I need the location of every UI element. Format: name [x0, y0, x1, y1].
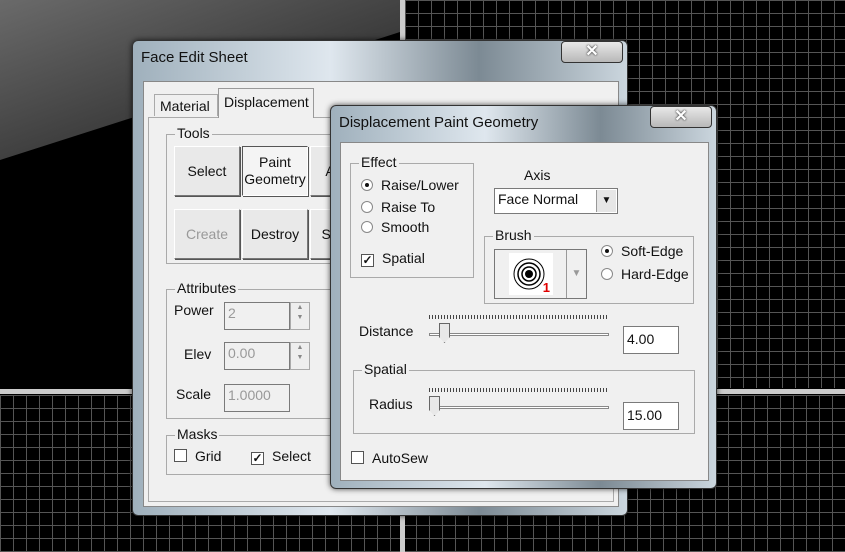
paint-geometry-button[interactable]: Paint Geometry — [242, 146, 308, 196]
radius-slider[interactable] — [429, 388, 609, 418]
select-button[interactable]: Select — [174, 146, 240, 196]
tab-label: Material — [160, 98, 210, 114]
power-spinner[interactable]: ▲ ▼ — [290, 302, 310, 330]
close-button[interactable]: ✕ — [561, 41, 623, 63]
power-field[interactable]: 2 — [224, 302, 290, 330]
group-label: Spatial — [362, 361, 409, 377]
dialog-body: Effect Raise/Lower Raise To Smooth ✓ Spat… — [340, 142, 709, 481]
spatial-checkbox[interactable]: ✓ Spatial — [361, 250, 425, 267]
radio-raise-lower[interactable]: Raise/Lower — [361, 177, 459, 193]
radio-raise-to[interactable]: Raise To — [361, 199, 435, 215]
brush-selector[interactable]: 1 ▼ — [494, 249, 587, 299]
group-label: Masks — [175, 426, 220, 442]
checkbox-label: AutoSew — [372, 450, 429, 466]
axis-value: Face Normal — [498, 191, 579, 207]
axis-label: Axis — [524, 167, 551, 183]
radius-label: Radius — [369, 396, 413, 412]
radio-label: Raise To — [381, 199, 436, 215]
radio-dot — [361, 201, 373, 213]
checkbox-box — [174, 449, 187, 462]
chevron-down-icon: ▼ — [566, 250, 586, 298]
axis-dropdown[interactable]: Face Normal ▼ — [494, 188, 618, 214]
brush-preview: 1 — [509, 253, 553, 295]
group-label: Attributes — [175, 280, 239, 296]
distance-label: Distance — [359, 323, 414, 339]
destroy-button[interactable]: Destroy — [242, 209, 308, 259]
radio-hard-edge[interactable]: Hard-Edge — [601, 266, 689, 282]
tab-label: Displacement — [224, 94, 309, 110]
checkbox-box — [351, 451, 364, 464]
elev-label: Elev — [184, 346, 212, 362]
power-label: Power — [174, 302, 214, 318]
scale-field[interactable]: 1.0000 — [224, 384, 290, 412]
distance-slider[interactable] — [429, 315, 609, 345]
radio-dot — [601, 245, 613, 257]
radio-label: Hard-Edge — [621, 266, 689, 282]
checkbox-box: ✓ — [361, 253, 374, 267]
group-label: Tools — [175, 125, 212, 141]
radio-dot — [601, 268, 613, 280]
checkbox-label: Grid — [195, 448, 222, 464]
slider-thumb[interactable] — [439, 323, 450, 343]
grid-checkbox[interactable]: Grid — [174, 448, 221, 464]
radius-field[interactable]: 15.00 — [623, 402, 679, 430]
close-button[interactable]: ✕ — [650, 106, 712, 128]
brush-number: 1 — [542, 280, 550, 295]
window-title: Displacement Paint Geometry — [339, 114, 539, 131]
group-label: Effect — [359, 154, 399, 170]
group-label: Brush — [493, 227, 534, 243]
radio-label: Raise/Lower — [381, 177, 459, 193]
distance-field[interactable]: 4.00 — [623, 326, 679, 354]
elev-spinner[interactable]: ▲ ▼ — [290, 342, 310, 370]
radio-label: Soft-Edge — [621, 243, 684, 259]
radio-label: Smooth — [381, 219, 430, 235]
radio-dot — [361, 221, 373, 233]
checkbox-box: ✓ — [251, 451, 264, 465]
chevron-down-icon: ▼ — [596, 190, 616, 212]
slider-thumb[interactable] — [429, 396, 440, 416]
tab-displacement[interactable]: Displacement — [218, 88, 314, 118]
radio-dot — [361, 179, 373, 191]
radio-smooth[interactable]: Smooth — [361, 219, 429, 235]
select-checkbox[interactable]: ✓ Select — [251, 448, 311, 465]
radio-soft-edge[interactable]: Soft-Edge — [601, 243, 683, 259]
tab-material[interactable]: Material — [154, 94, 218, 116]
checkbox-label: Select — [272, 448, 311, 464]
elev-field[interactable]: 0.00 — [224, 342, 290, 370]
create-button: Create — [174, 209, 240, 259]
scale-label: Scale — [176, 386, 212, 402]
checkbox-label: Spatial — [382, 250, 425, 266]
autosew-checkbox[interactable]: AutoSew — [351, 450, 428, 466]
window-title: Face Edit Sheet — [141, 49, 248, 66]
displacement-paint-geometry-window: Displacement Paint Geometry ✕ Effect Rai… — [330, 105, 717, 489]
